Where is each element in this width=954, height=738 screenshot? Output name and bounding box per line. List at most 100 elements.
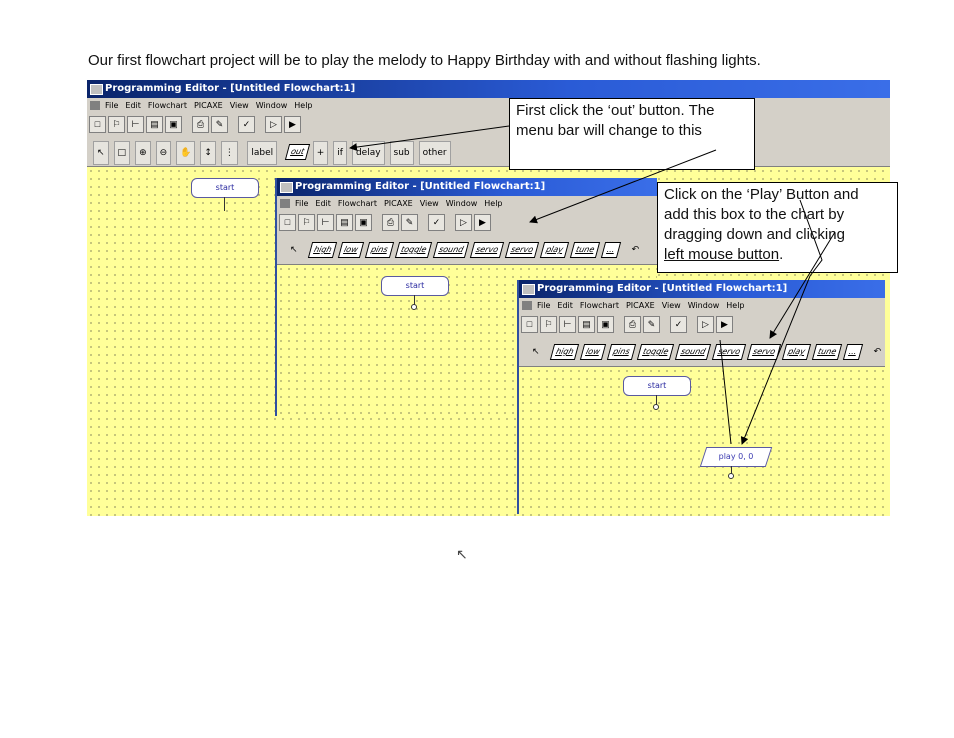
menu-window[interactable]: Window	[256, 101, 288, 110]
more-button[interactable]: ...	[601, 239, 622, 261]
menu-picaxe[interactable]: PICAXE	[384, 199, 413, 208]
menu-flowchart[interactable]: Flowchart	[580, 301, 619, 310]
play-block[interactable]: play 0, 0	[699, 447, 773, 467]
menu-window[interactable]: Window	[688, 301, 720, 310]
save-icon[interactable]: ▣	[355, 214, 372, 231]
play-button[interactable]: play	[540, 239, 570, 261]
pins-button[interactable]: pins	[606, 341, 636, 363]
open-icon[interactable]: ⊢	[127, 116, 144, 133]
toggle-button[interactable]: toggle	[394, 239, 433, 261]
pan-icon[interactable]: ✋	[176, 141, 196, 165]
menu-file[interactable]: File	[105, 101, 118, 110]
menu-icon[interactable]	[522, 301, 532, 310]
start-block[interactable]: start	[381, 276, 449, 296]
menu-flowchart[interactable]: Flowchart	[148, 101, 187, 110]
open-icon[interactable]: ⊢	[559, 316, 576, 333]
menu-view[interactable]: View	[662, 301, 681, 310]
more-button[interactable]: ...	[843, 341, 864, 363]
delay-button[interactable]: delay	[351, 141, 385, 165]
check-icon[interactable]: ✓	[238, 116, 255, 133]
main-toolbar: □ ⚐ ⊢ ▤ ▣ ⎙ ✎ ✓ ▷ ▶	[521, 316, 735, 334]
sub-button[interactable]: sub	[389, 141, 414, 165]
flowchart-icon[interactable]: ⚐	[298, 214, 315, 231]
settings-icon[interactable]: ✎	[401, 214, 418, 231]
print-icon[interactable]: ⎙	[192, 116, 209, 133]
print-icon[interactable]: ⎙	[624, 316, 641, 333]
check-icon[interactable]: ✓	[670, 316, 687, 333]
menu-edit[interactable]: Edit	[125, 101, 141, 110]
toggle-button[interactable]: toggle	[636, 341, 675, 363]
select-tool-icon[interactable]: ↖	[287, 239, 301, 261]
menu-flowchart[interactable]: Flowchart	[338, 199, 377, 208]
step-icon[interactable]: ▶	[716, 316, 733, 333]
zoom-out-icon[interactable]: ⊖	[155, 141, 172, 165]
check-icon[interactable]: ✓	[428, 214, 445, 231]
other-button[interactable]: other	[418, 141, 451, 165]
servo-button-2[interactable]: servo	[505, 239, 540, 261]
flowchart-icon[interactable]: ⚐	[540, 316, 557, 333]
menu-icon[interactable]	[90, 101, 100, 110]
select-tool-icon[interactable]: ↖	[529, 341, 543, 363]
flowchart-icon[interactable]: ⚐	[108, 116, 125, 133]
save-icon[interactable]: ▣	[165, 116, 182, 133]
menu-icon[interactable]	[280, 199, 290, 208]
menu-file[interactable]: File	[295, 199, 308, 208]
play-button[interactable]: play	[782, 341, 812, 363]
line-icon[interactable]: ↕	[200, 141, 216, 165]
servo-button[interactable]: servo	[712, 341, 747, 363]
high-button[interactable]: high	[307, 239, 338, 261]
zoom-in-icon[interactable]: ⊕	[135, 141, 151, 165]
low-button[interactable]: low	[580, 341, 607, 363]
step-icon[interactable]: ▶	[474, 214, 491, 231]
flowchart-canvas[interactable]: start play 0, 0	[519, 367, 885, 514]
line-vertical-icon[interactable]: ⋮	[220, 141, 238, 165]
open-folder-icon[interactable]: ▤	[578, 316, 595, 333]
tune-button[interactable]: tune	[812, 341, 843, 363]
new-icon[interactable]: □	[279, 214, 296, 231]
servo-button[interactable]: servo	[470, 239, 505, 261]
open-folder-icon[interactable]: ▤	[336, 214, 353, 231]
menu-edit[interactable]: Edit	[557, 301, 573, 310]
menu-help[interactable]: Help	[294, 101, 312, 110]
menu-help[interactable]: Help	[726, 301, 744, 310]
high-button[interactable]: high	[549, 341, 580, 363]
select-tool-icon[interactable]: ↖	[93, 141, 109, 165]
settings-icon[interactable]: ✎	[211, 116, 228, 133]
sound-button[interactable]: sound	[674, 341, 712, 363]
label-button[interactable]: label	[247, 141, 278, 165]
start-block[interactable]: start	[191, 178, 259, 198]
run-icon[interactable]: ▷	[265, 116, 282, 133]
menu-window[interactable]: Window	[446, 199, 478, 208]
new-icon[interactable]: □	[521, 316, 538, 333]
menu-bar: File Edit Flowchart PICAXE View Window Help	[277, 196, 657, 212]
pins-button[interactable]: pins	[364, 239, 394, 261]
if-button[interactable]: if	[333, 141, 347, 165]
out-button[interactable]: out	[284, 141, 310, 163]
servo-button-2[interactable]: servo	[747, 341, 782, 363]
menu-bar: File Edit Flowchart PICAXE View Window Help	[87, 98, 890, 114]
menu-edit[interactable]: Edit	[315, 199, 331, 208]
step-icon[interactable]: ▶	[284, 116, 301, 133]
run-icon[interactable]: ▷	[455, 214, 472, 231]
undo-icon[interactable]: ↶	[871, 341, 885, 363]
low-button[interactable]: low	[338, 239, 365, 261]
settings-icon[interactable]: ✎	[643, 316, 660, 333]
save-icon[interactable]: ▣	[597, 316, 614, 333]
new-icon[interactable]: □	[89, 116, 106, 133]
plus-button[interactable]: +	[312, 141, 329, 165]
run-icon[interactable]: ▷	[697, 316, 714, 333]
menu-picaxe[interactable]: PICAXE	[194, 101, 223, 110]
open-folder-icon[interactable]: ▤	[146, 116, 163, 133]
menu-view[interactable]: View	[420, 199, 439, 208]
start-block[interactable]: start	[623, 376, 691, 396]
menu-picaxe[interactable]: PICAXE	[626, 301, 655, 310]
open-icon[interactable]: ⊢	[317, 214, 334, 231]
tune-button[interactable]: tune	[570, 239, 601, 261]
print-icon[interactable]: ⎙	[382, 214, 399, 231]
menu-help[interactable]: Help	[484, 199, 502, 208]
menu-view[interactable]: View	[230, 101, 249, 110]
menu-file[interactable]: File	[537, 301, 550, 310]
sound-button[interactable]: sound	[432, 239, 470, 261]
select-area-tool-icon[interactable]: □	[113, 141, 131, 165]
undo-icon[interactable]: ↶	[629, 239, 643, 261]
